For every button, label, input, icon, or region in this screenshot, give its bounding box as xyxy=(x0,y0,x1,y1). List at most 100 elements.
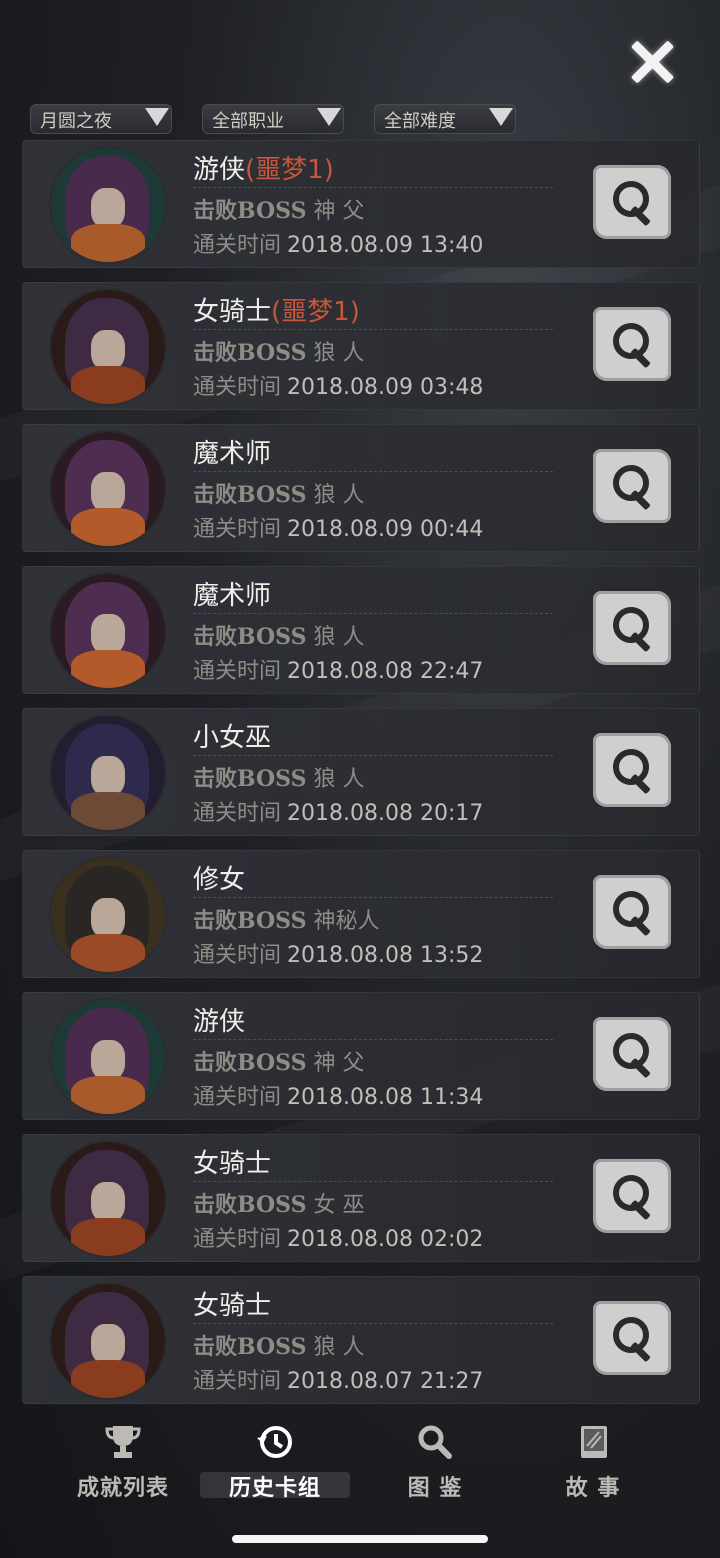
boss-defeated: 击败BOSS 女 巫 xyxy=(193,1192,365,1218)
divider xyxy=(193,897,553,898)
history-entry[interactable]: 魔术师 击败BOSS 狼 人 通关时间 2018.08.09 00:44 xyxy=(22,424,700,552)
hero-name: 游侠(噩梦1) xyxy=(193,155,334,185)
tab-history-label: 历史卡组 xyxy=(228,1476,321,1501)
history-entry[interactable]: 修女 击败BOSS 神秘人 通关时间 2018.08.08 13:52 xyxy=(22,850,700,978)
home-indicator[interactable] xyxy=(232,1535,488,1543)
boss-defeated: 击败BOSS 神 父 xyxy=(193,198,365,224)
difficulty-label: (噩梦1) xyxy=(271,297,360,327)
view-deck-button[interactable] xyxy=(593,591,671,665)
hero-name: 女骑士 xyxy=(193,1291,272,1321)
clear-time-value: 2018.08.08 13:52 xyxy=(287,943,484,968)
clear-time: 通关时间 2018.08.08 11:34 xyxy=(193,1085,484,1110)
boss-defeated: 击败BOSS 神秘人 xyxy=(193,908,380,934)
boss-name: 狼 人 xyxy=(313,1335,365,1360)
filter-dropdown-icon xyxy=(317,108,341,126)
hero-name: 修女 xyxy=(193,865,246,895)
tab-achievements-label: 成就列表 xyxy=(76,1476,169,1501)
tab-story-label: 故 事 xyxy=(565,1476,621,1501)
hero-avatar xyxy=(49,1140,167,1258)
divider xyxy=(193,1039,553,1040)
boss-defeated: 击败BOSS 狼 人 xyxy=(193,766,365,792)
boss-name: 狼 人 xyxy=(313,767,365,792)
filter-mode-label: 月圆之夜 xyxy=(40,111,112,132)
clear-time-value: 2018.08.08 20:17 xyxy=(287,801,484,826)
hero-name: 女骑士(噩梦1) xyxy=(193,297,360,327)
tab-codex[interactable]: 图 鉴 xyxy=(360,1420,510,1501)
filter-bar: 月圆之夜 全部职业 全部难度 xyxy=(20,102,720,134)
divider xyxy=(193,329,553,330)
view-deck-button[interactable] xyxy=(593,449,671,523)
hero-name: 小女巫 xyxy=(193,723,272,753)
view-deck-button[interactable] xyxy=(593,1017,671,1091)
boss-name: 女 巫 xyxy=(313,1193,365,1218)
history-entry[interactable]: 女骑士 击败BOSS 狼 人 通关时间 2018.08.07 21:27 xyxy=(22,1276,700,1404)
clear-time: 通关时间 2018.08.08 20:17 xyxy=(193,801,484,826)
clear-time-value: 2018.08.07 21:27 xyxy=(287,1369,484,1394)
divider xyxy=(193,1181,553,1182)
history-entry[interactable]: 游侠(噩梦1) 击败BOSS 神 父 通关时间 2018.08.09 13:40 xyxy=(22,140,700,268)
tab-history-decks[interactable]: 历史卡组 xyxy=(200,1420,350,1501)
bottom-tab-bar: 成就列表 历史卡组 图 鉴 故 事 xyxy=(0,1400,720,1510)
hero-name: 魔术师 xyxy=(193,581,272,611)
book-icon xyxy=(581,1426,607,1458)
history-entry[interactable]: 魔术师 击败BOSS 狼 人 通关时间 2018.08.08 22:47 xyxy=(22,566,700,694)
view-deck-button[interactable] xyxy=(593,165,671,239)
hero-name: 女骑士 xyxy=(193,1149,272,1179)
close-button[interactable] xyxy=(628,38,676,86)
divider xyxy=(193,471,553,472)
divider xyxy=(193,1323,553,1324)
trophy-icon xyxy=(105,1426,141,1458)
tab-achievements[interactable]: 成就列表 xyxy=(48,1420,198,1501)
hero-avatar xyxy=(49,714,167,832)
divider xyxy=(193,613,553,614)
hero-avatar xyxy=(49,1282,167,1400)
history-entry[interactable]: 女骑士(噩梦1) 击败BOSS 狼 人 通关时间 2018.08.09 03:48 xyxy=(22,282,700,410)
history-entry[interactable]: 小女巫 击败BOSS 狼 人 通关时间 2018.08.08 20:17 xyxy=(22,708,700,836)
boss-name: 狼 人 xyxy=(313,341,365,366)
clear-time: 通关时间 2018.08.08 13:52 xyxy=(193,943,484,968)
view-deck-button[interactable] xyxy=(593,875,671,949)
history-icon xyxy=(257,1426,292,1458)
boss-defeated: 击败BOSS 狼 人 xyxy=(193,340,365,366)
hero-avatar xyxy=(49,998,167,1116)
view-deck-button[interactable] xyxy=(593,1301,671,1375)
boss-name: 狼 人 xyxy=(313,483,365,508)
history-entry[interactable]: 游侠 击败BOSS 神 父 通关时间 2018.08.08 11:34 xyxy=(22,992,700,1120)
tab-story[interactable]: 故 事 xyxy=(518,1420,668,1501)
filter-class[interactable]: 全部职业 xyxy=(192,102,352,134)
hero-name: 游侠 xyxy=(193,1007,246,1037)
clear-time: 通关时间 2018.08.09 03:48 xyxy=(193,375,484,400)
filter-dropdown-icon xyxy=(145,108,169,126)
history-list: 游侠(噩梦1) 击败BOSS 神 父 通关时间 2018.08.09 13:40 … xyxy=(22,140,700,1418)
divider xyxy=(193,755,553,756)
clear-time-value: 2018.08.08 22:47 xyxy=(287,659,484,684)
clear-time-value: 2018.08.08 02:02 xyxy=(287,1227,484,1252)
filter-difficulty-label: 全部难度 xyxy=(384,111,456,132)
clear-time-value: 2018.08.09 00:44 xyxy=(287,517,484,542)
boss-name: 神 父 xyxy=(313,199,365,224)
boss-defeated: 击败BOSS 神 父 xyxy=(193,1050,365,1076)
boss-name: 神 父 xyxy=(313,1051,365,1076)
clear-time: 通关时间 2018.08.08 22:47 xyxy=(193,659,484,684)
boss-name: 狼 人 xyxy=(313,625,365,650)
tab-codex-label: 图 鉴 xyxy=(407,1476,463,1501)
clear-time-value: 2018.08.09 13:40 xyxy=(287,233,484,258)
view-deck-button[interactable] xyxy=(593,1159,671,1233)
hero-avatar xyxy=(49,430,167,548)
history-entry[interactable]: 女骑士 击败BOSS 女 巫 通关时间 2018.08.08 02:02 xyxy=(22,1134,700,1262)
view-deck-button[interactable] xyxy=(593,307,671,381)
magnifier-icon xyxy=(418,1425,452,1459)
boss-defeated: 击败BOSS 狼 人 xyxy=(193,624,365,650)
divider xyxy=(193,187,553,188)
clear-time: 通关时间 2018.08.08 02:02 xyxy=(193,1227,484,1252)
view-deck-button[interactable] xyxy=(593,733,671,807)
clear-time: 通关时间 2018.08.09 13:40 xyxy=(193,233,484,258)
hero-avatar xyxy=(49,572,167,690)
filter-difficulty[interactable]: 全部难度 xyxy=(364,102,524,134)
clear-time-value: 2018.08.08 11:34 xyxy=(287,1085,484,1110)
clear-time-value: 2018.08.09 03:48 xyxy=(287,375,484,400)
boss-defeated: 击败BOSS 狼 人 xyxy=(193,482,365,508)
filter-class-label: 全部职业 xyxy=(212,111,284,132)
filter-mode[interactable]: 月圆之夜 xyxy=(20,102,180,134)
clear-time: 通关时间 2018.08.09 00:44 xyxy=(193,517,484,542)
